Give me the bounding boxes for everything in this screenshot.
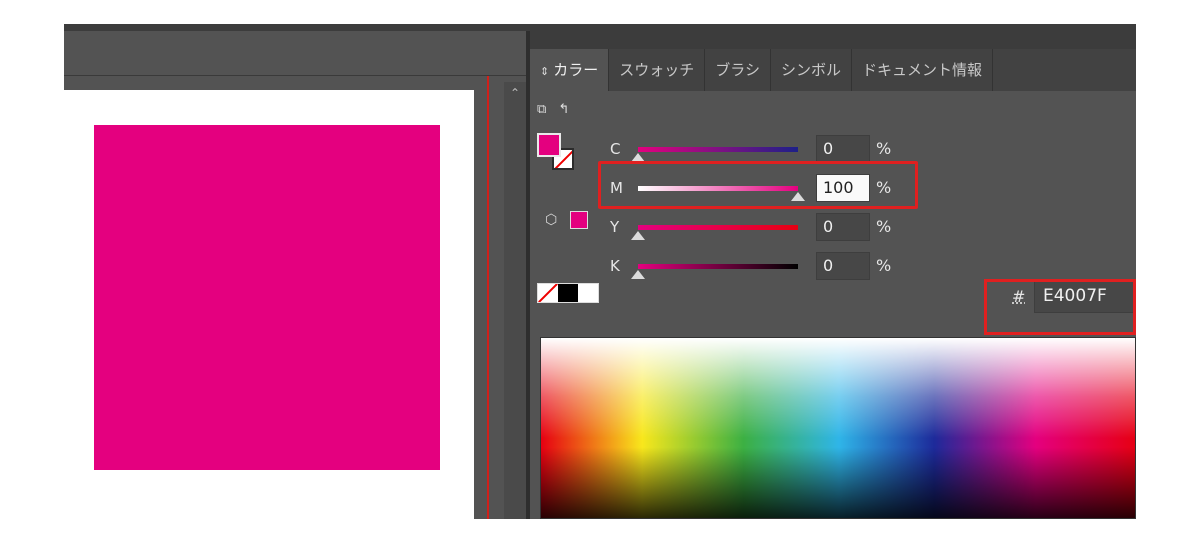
- web-safe-color-swatch[interactable]: [570, 211, 588, 229]
- hex-field-highlight: [984, 279, 1136, 335]
- black-percent-label: %: [876, 256, 892, 275]
- yellow-percent-label: %: [876, 217, 892, 236]
- tab-label: カラー: [553, 61, 599, 79]
- application-bar: [64, 24, 1136, 31]
- tab-brushes[interactable]: ブラシ: [705, 49, 771, 91]
- color-spectrum[interactable]: [540, 337, 1136, 519]
- panel-header-strip[interactable]: [530, 31, 1136, 49]
- chevron-up-icon[interactable]: ⌃: [507, 86, 523, 100]
- tab-symbols[interactable]: シンボル: [771, 49, 852, 91]
- default-fill-stroke-icon[interactable]: ⧉: [537, 102, 546, 117]
- black-swatch[interactable]: [558, 284, 578, 302]
- document-tab-bar: [64, 31, 526, 76]
- cyan-slider[interactable]: [638, 147, 798, 152]
- yellow-slider[interactable]: [638, 225, 798, 230]
- cyan-value-field[interactable]: 0: [816, 135, 870, 163]
- black-slider-thumb[interactable]: [631, 270, 645, 279]
- tab-label: ブラシ: [715, 61, 760, 79]
- tab-color[interactable]: ⇕ カラー: [530, 49, 610, 91]
- none-swatch[interactable]: [538, 284, 558, 302]
- tab-label: ドキュメント情報: [861, 61, 982, 79]
- black-slider[interactable]: [638, 264, 798, 269]
- pasteboard-edge: [474, 90, 486, 519]
- black-label: K: [610, 257, 620, 275]
- panel-options-arrows-icon[interactable]: ⇕: [540, 65, 549, 78]
- magenta-row-highlight: [598, 161, 918, 209]
- color-panel: ⇕ カラー スウォッチ ブラシ シンボル ドキュメント情報 ⧉ ↰ ⬡ C 0 %…: [530, 31, 1136, 519]
- panel-tabs: ⇕ カラー スウォッチ ブラシ シンボル ドキュメント情報: [530, 49, 1136, 91]
- vertical-scrollbar[interactable]: ⌃: [504, 82, 526, 519]
- magenta-rectangle[interactable]: [94, 125, 440, 470]
- cyan-percent-label: %: [876, 139, 892, 158]
- spectrum-graphic: [541, 338, 1135, 518]
- black-value-field[interactable]: 0: [816, 252, 870, 280]
- tab-label: シンボル: [780, 61, 841, 79]
- tab-label: スウォッチ: [619, 61, 695, 79]
- out-of-web-gamut-cube-icon[interactable]: ⬡: [545, 212, 557, 228]
- fill-swatch[interactable]: [537, 133, 561, 157]
- white-swatch[interactable]: [578, 284, 598, 302]
- tab-swatches[interactable]: スウォッチ: [609, 49, 706, 91]
- tab-document-info[interactable]: ドキュメント情報: [852, 49, 993, 91]
- yellow-slider-thumb[interactable]: [631, 231, 645, 240]
- quick-swatches: [537, 283, 599, 303]
- yellow-value-field[interactable]: 0: [816, 213, 870, 241]
- yellow-label: Y: [610, 218, 620, 236]
- cyan-label: C: [610, 140, 621, 158]
- swap-fill-stroke-icon[interactable]: ↰: [558, 102, 569, 117]
- artboard[interactable]: [64, 90, 474, 519]
- fill-stroke-controls: ⧉ ↰: [537, 102, 569, 117]
- illustrator-workspace: ⌃ ⇕ カラー スウォッチ ブラシ シンボル ドキュメント情報 ⧉ ↰ ⬡ C 0…: [64, 24, 1136, 519]
